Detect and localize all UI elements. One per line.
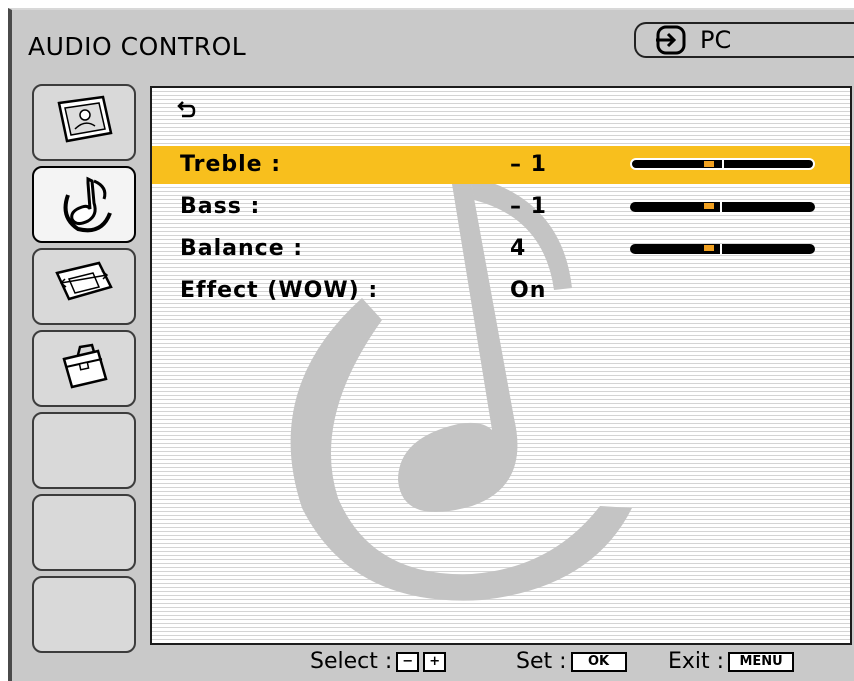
menu-item-balance[interactable]: Balance : 4 xyxy=(152,230,850,268)
menu-item-treble[interactable]: Treble : – 1 xyxy=(152,146,850,184)
input-source-icon xyxy=(654,25,688,55)
bass-label: Bass : xyxy=(180,194,261,219)
music-note-icon xyxy=(54,173,114,237)
picture-icon xyxy=(49,93,119,153)
tab-empty-2 xyxy=(32,494,136,571)
screen-adjust-icon xyxy=(49,257,119,317)
tab-screen[interactable] xyxy=(32,248,136,325)
balance-value: 4 xyxy=(510,236,527,261)
bass-slider[interactable] xyxy=(630,202,815,212)
slider-knob xyxy=(704,203,714,209)
treble-slider[interactable] xyxy=(630,158,815,170)
treble-value: – 1 xyxy=(510,152,547,177)
input-source-indicator: PC xyxy=(634,22,854,58)
balance-label: Balance : xyxy=(180,236,304,261)
bass-value: – 1 xyxy=(510,194,547,219)
slider-knob xyxy=(704,161,714,167)
exit-hint: Exit : MENU xyxy=(668,649,795,674)
slider-center-mark xyxy=(720,244,722,254)
treble-label: Treble : xyxy=(180,152,282,177)
source-label: PC xyxy=(700,26,732,54)
back-arrow-icon xyxy=(176,101,196,124)
menu-key: MENU xyxy=(728,651,795,672)
plus-key: + xyxy=(423,651,447,672)
tab-picture[interactable] xyxy=(32,84,136,161)
menu-item-bass[interactable]: Bass : – 1 xyxy=(152,188,850,226)
balance-slider[interactable] xyxy=(630,244,815,254)
key-hints-footer: Select : − + Set : OK Exit : MENU xyxy=(12,641,854,681)
osd-menu: AUDIO CONTROL PC Treble: – 1 Bass: – 1… xyxy=(8,8,854,681)
toolbox-icon xyxy=(54,339,114,399)
select-label: Select : xyxy=(310,649,393,674)
menu-item-effect[interactable]: Effect (WOW) : On xyxy=(152,272,850,310)
tab-empty-1 xyxy=(32,412,136,489)
ok-key: OK xyxy=(570,651,627,672)
audio-settings-panel: Treble : – 1 Bass : – 1 Balance : 4 Effe… xyxy=(150,86,852,645)
exit-label: Exit : xyxy=(668,649,725,674)
set-label: Set : xyxy=(516,649,567,674)
select-hint: Select : − + xyxy=(310,649,447,674)
slider-knob xyxy=(704,245,714,251)
slider-center-mark xyxy=(722,160,724,168)
slider-center-mark xyxy=(720,202,722,212)
minus-key: − xyxy=(396,651,420,672)
tab-setup[interactable] xyxy=(32,330,136,407)
menu-title: AUDIO CONTROL xyxy=(28,32,247,61)
back-button[interactable] xyxy=(176,100,196,124)
effect-value: On xyxy=(510,278,547,303)
tab-audio[interactable] xyxy=(32,166,136,243)
set-hint: Set : OK xyxy=(516,649,627,674)
effect-label: Effect (WOW) : xyxy=(180,278,379,303)
